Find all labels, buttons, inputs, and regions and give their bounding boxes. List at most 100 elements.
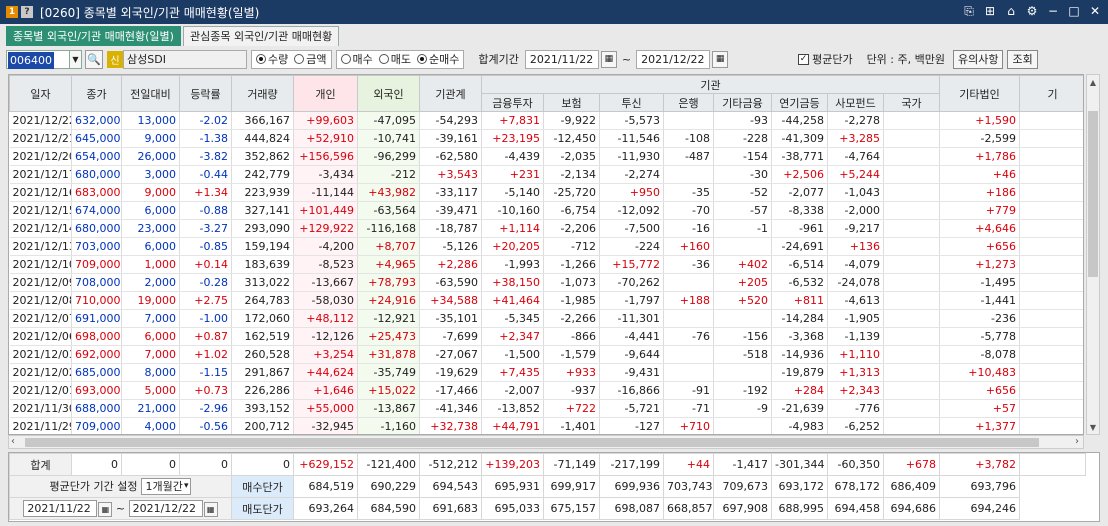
query-button[interactable]: 조회 [1007, 49, 1038, 69]
maximize-icon[interactable]: □ [1067, 4, 1081, 19]
avg-price-checkbox[interactable]: ✓ 평균단가 [798, 51, 853, 67]
radio-buy[interactable]: 매수 [340, 51, 373, 67]
table-row[interactable]: 2021/11/30 688,000 21,000 -2.96 393,152 +55,0… [9, 399, 1083, 418]
minimize-icon[interactable]: − [1046, 4, 1060, 19]
scroll-right-icon[interactable]: › [1075, 436, 1079, 447]
column-header[interactable]: 국가 [883, 93, 940, 112]
column-header[interactable]: 기타법인 [939, 75, 1020, 112]
table-cell: +25,473 [357, 327, 420, 346]
close-icon[interactable]: ✕ [1088, 4, 1102, 19]
table-row[interactable]: 2021/12/08 710,000 19,000 +2.75 264,783 -58,0… [9, 291, 1083, 310]
radio-amount[interactable]: 금액 [294, 51, 327, 67]
table-row[interactable]: 2021/12/17 680,000 3,000 -0.44 242,779 -3,434… [9, 165, 1083, 184]
sell-price-value: 694,246 [939, 497, 1020, 520]
column-header[interactable]: 연기금등 [771, 93, 828, 112]
column-header[interactable]: 종가 [71, 75, 122, 112]
tab-stock-daily[interactable]: 종목별 외국인/기관 매매현황(일별) [6, 26, 181, 46]
layout-icon[interactable]: ⊞ [983, 4, 997, 19]
table-cell: 26,000 [121, 147, 180, 166]
help-icon[interactable]: ? [21, 6, 33, 18]
calendar-icon[interactable]: ▦ [98, 502, 113, 517]
date-to-input[interactable]: 2021/12/22 [636, 49, 711, 69]
table-row[interactable]: 2021/12/14 680,000 23,000 -3.27 293,090 +129,… [9, 219, 1083, 238]
calendar-icon[interactable]: ▦ [203, 502, 218, 517]
vertical-scrollbar[interactable]: ▲ ▼ [1086, 74, 1100, 435]
table-row[interactable]: 2021/12/10 709,000 1,000 +0.14 183,639 -8,523… [9, 255, 1083, 274]
camera-icon[interactable]: ⌂ [1004, 4, 1018, 19]
table-cell: -17,466 [419, 381, 482, 400]
avg-date-from-input[interactable]: 2021/11/22 [23, 500, 98, 517]
column-header[interactable]: 은행 [663, 93, 714, 112]
radio-net-buy[interactable]: 순매수 [417, 51, 459, 67]
table-row[interactable]: 2021/12/20 654,000 26,000 -3.82 352,862 +156,… [9, 147, 1083, 166]
calendar-icon[interactable]: ▦ [600, 50, 617, 68]
table-row[interactable]: 2021/11/29 709,000 4,000 -0.56 200,712 -32,94… [9, 417, 1083, 434]
link-icon[interactable]: ⎘ [962, 4, 976, 19]
table-cell: +402 [713, 255, 772, 274]
table-cell: +46 [939, 165, 1020, 184]
scroll-left-icon[interactable]: ‹ [11, 436, 15, 447]
table-cell [1019, 327, 1083, 346]
table-cell: 680,000 [71, 219, 122, 238]
table-cell: -54,293 [419, 111, 482, 130]
table-cell: -35,101 [419, 309, 482, 328]
code-dropdown-icon[interactable]: ▼ [70, 49, 82, 69]
search-icon[interactable]: 🔍 [85, 49, 103, 69]
table-cell: -12,092 [599, 201, 664, 220]
column-header[interactable]: 금융투자 [481, 93, 544, 112]
date-from-input[interactable]: 2021/11/22 [524, 49, 599, 69]
column-header[interactable]: 기타금융 [713, 93, 772, 112]
scroll-down-icon[interactable]: ▼ [1087, 420, 1099, 434]
scroll-up-icon[interactable]: ▲ [1087, 75, 1099, 89]
table-cell [1019, 399, 1083, 418]
table-row[interactable]: 2021/12/16 683,000 9,000 +1.34 223,939 -11,14… [9, 183, 1083, 202]
table-row[interactable]: 2021/12/06 698,000 6,000 +0.87 162,519 -12,12… [9, 327, 1083, 346]
table-cell: -52 [713, 183, 772, 202]
table-row[interactable]: 2021/12/13 703,000 6,000 -0.85 159,194 -4,200… [9, 237, 1083, 256]
table-cell: -11,546 [599, 129, 664, 148]
radio-sell[interactable]: 매도 [378, 51, 411, 67]
table-cell: 680,000 [71, 165, 122, 184]
tab-watchlist[interactable]: 관심종목 외국인/기관 매매현황 [182, 26, 340, 46]
table-row[interactable]: 2021/12/15 674,000 6,000 -0.88 327,141 +101,4… [9, 201, 1083, 220]
total-value: -1,417 [713, 453, 772, 476]
notice-button[interactable]: 유의사항 [952, 49, 1004, 69]
column-header[interactable]: 외국인 [357, 75, 420, 112]
total-value: 0 [231, 453, 294, 476]
horizontal-scroll-thumb[interactable] [25, 438, 1039, 447]
table-cell: -24,078 [827, 273, 884, 292]
column-header[interactable]: 투신 [599, 93, 664, 112]
calendar-icon[interactable]: ▦ [712, 50, 729, 68]
table-cell: -0.44 [179, 165, 232, 184]
column-header[interactable]: 보험 [543, 93, 600, 112]
table-cell: 2021/12/21 [9, 129, 72, 148]
avg-period-select[interactable]: 1개월간 [141, 478, 192, 495]
horizontal-scrollbar[interactable]: ‹ › [8, 435, 1084, 449]
column-header[interactable]: 전일대비 [121, 75, 180, 112]
table-row[interactable]: 2021/12/02 685,000 8,000 -1.15 291,867 +44,62… [9, 363, 1083, 382]
column-header[interactable]: 기관계 [419, 75, 482, 112]
table-row[interactable]: 2021/12/03 692,000 7,000 +1.02 260,528 +3,254… [9, 345, 1083, 364]
table-cell: 242,779 [231, 165, 294, 184]
table-cell: 393,152 [231, 399, 294, 418]
table-row[interactable]: 2021/12/22 632,000 13,000 -2.02 366,167 +99,6… [9, 111, 1083, 130]
table-row[interactable]: 2021/12/07 691,000 7,000 -1.00 172,060 +48,11… [9, 309, 1083, 328]
column-header[interactable]: 일자 [9, 75, 72, 112]
stock-code-input[interactable]: 006400 [6, 49, 70, 69]
avg-date-to-input[interactable]: 2021/12/22 [128, 500, 203, 517]
table-cell: 2021/12/22 [9, 111, 72, 130]
column-header[interactable]: 기 [1019, 75, 1083, 112]
table-cell: +284 [771, 381, 828, 400]
gear-icon[interactable]: ⚙ [1025, 4, 1039, 19]
table-cell: 8,000 [121, 363, 180, 382]
table-row[interactable]: 2021/12/09 708,000 2,000 -0.28 313,022 -13,66… [9, 273, 1083, 292]
table-row[interactable]: 2021/12/01 693,000 5,000 +0.73 226,286 +1,646… [9, 381, 1083, 400]
column-header[interactable]: 거래량 [231, 75, 294, 112]
column-header[interactable]: 등락률 [179, 75, 232, 112]
table-cell: 688,000 [71, 399, 122, 418]
vertical-scroll-thumb[interactable] [1088, 111, 1098, 277]
radio-quantity[interactable]: 수량 [256, 51, 288, 67]
column-header[interactable]: 개인 [293, 75, 358, 112]
column-header[interactable]: 사모펀드 [827, 93, 884, 112]
table-row[interactable]: 2021/12/21 645,000 9,000 -1.38 444,824 +52,91… [9, 129, 1083, 148]
